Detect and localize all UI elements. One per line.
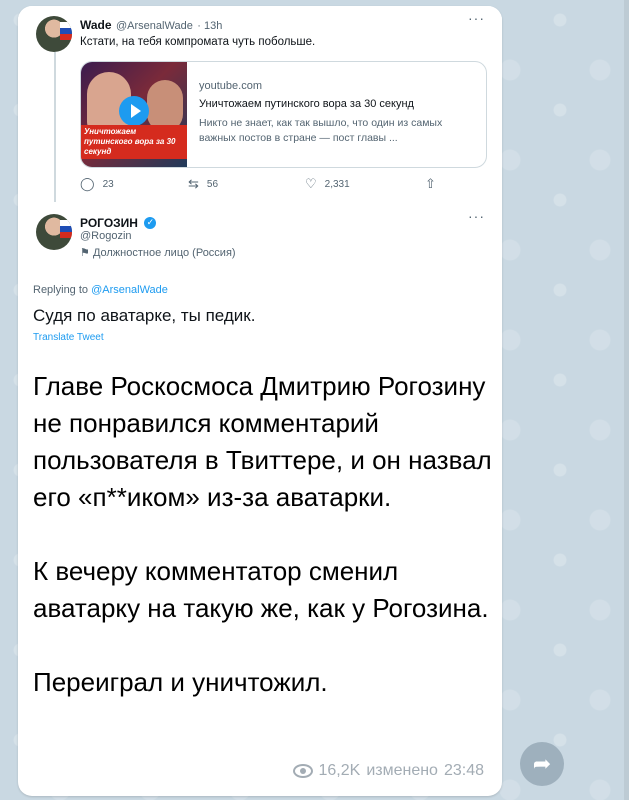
forward-icon: ➦ bbox=[532, 751, 552, 776]
tweet1-time: · 13h bbox=[197, 20, 223, 32]
message-text: Главе Роскосмоса Дмитрию Рогозину не пон… bbox=[33, 368, 493, 701]
affiliation-label: ⚑ Должностное лицо (Россия) bbox=[80, 247, 236, 259]
share-icon: ⇧ bbox=[425, 176, 436, 191]
reply-icon: ◯ bbox=[80, 176, 95, 191]
message-bubble[interactable]: Wade @ArsenalWade · 13h ··· Кстати, на т… bbox=[18, 6, 502, 796]
like-count: 2,331 bbox=[324, 178, 350, 190]
thumbnail-caption: Уничтожаем путинского вора за 30 секунд bbox=[81, 125, 187, 159]
verified-badge-icon: ✓ bbox=[144, 216, 157, 229]
card-title: Уничтожаем путинского вора за 30 секунд bbox=[199, 98, 414, 110]
scrollbar[interactable] bbox=[624, 0, 629, 800]
translate-tweet-link: Translate Tweet bbox=[33, 332, 104, 343]
replying-to: Replying to @ArsenalWade bbox=[33, 284, 168, 296]
reply-count: 23 bbox=[102, 178, 114, 190]
more-options-icon-2: ··· bbox=[468, 208, 485, 224]
forward-button[interactable]: ➦ bbox=[520, 742, 564, 786]
edited-label: изменено bbox=[366, 762, 438, 779]
message-paragraph: Главе Роскосмоса Дмитрию Рогозину не пон… bbox=[33, 371, 492, 512]
more-options-icon: ··· bbox=[468, 10, 485, 26]
message-paragraph: Переиграл и уничтожил. bbox=[33, 667, 328, 697]
replying-to-link: @ArsenalWade bbox=[91, 284, 168, 296]
eye-icon bbox=[292, 764, 313, 778]
message-meta: 16,2K изменено 23:48 bbox=[292, 762, 484, 780]
card-description: Никто не знает, как так вышло, что один … bbox=[199, 117, 443, 144]
rogozin-avatar bbox=[36, 214, 72, 250]
message-paragraph: К вечеру комментатор сменил аватарку на … bbox=[33, 556, 489, 623]
card-domain: youtube.com bbox=[199, 80, 262, 92]
tweet1-actions: ◯ 23 ⇆ 56 ♡ 2,331 ⇧ bbox=[80, 176, 440, 192]
tweet2-author-name: РОГОЗИН bbox=[80, 216, 138, 230]
retweet-icon: ⇆ bbox=[188, 176, 199, 191]
retweet-count: 56 bbox=[206, 178, 219, 190]
play-icon bbox=[119, 96, 149, 126]
thread-line bbox=[54, 52, 56, 202]
message-time: 23:48 bbox=[443, 762, 484, 779]
wade-avatar bbox=[36, 16, 72, 52]
tweet1-handle: @ArsenalWade bbox=[116, 20, 193, 32]
tweet1-author-name: Wade bbox=[80, 18, 112, 32]
tweet2-handle: @Rogozin bbox=[80, 230, 132, 242]
tweet1-text: Кстати, на тебя компромата чуть побольше… bbox=[80, 36, 316, 48]
view-count: 16,2K bbox=[318, 762, 361, 779]
tweet2-text: Судя по аватарке, ты педик. bbox=[33, 306, 256, 325]
video-thumbnail: Уничтожаем путинского вора за 30 секунд bbox=[81, 62, 187, 167]
tweet-screenshot[interactable]: Wade @ArsenalWade · 13h ··· Кстати, на т… bbox=[18, 6, 502, 358]
flag-icon: ⚑ bbox=[80, 247, 90, 259]
youtube-link-card: Уничтожаем путинского вора за 30 секунд … bbox=[80, 61, 487, 168]
heart-icon: ♡ bbox=[305, 176, 317, 191]
